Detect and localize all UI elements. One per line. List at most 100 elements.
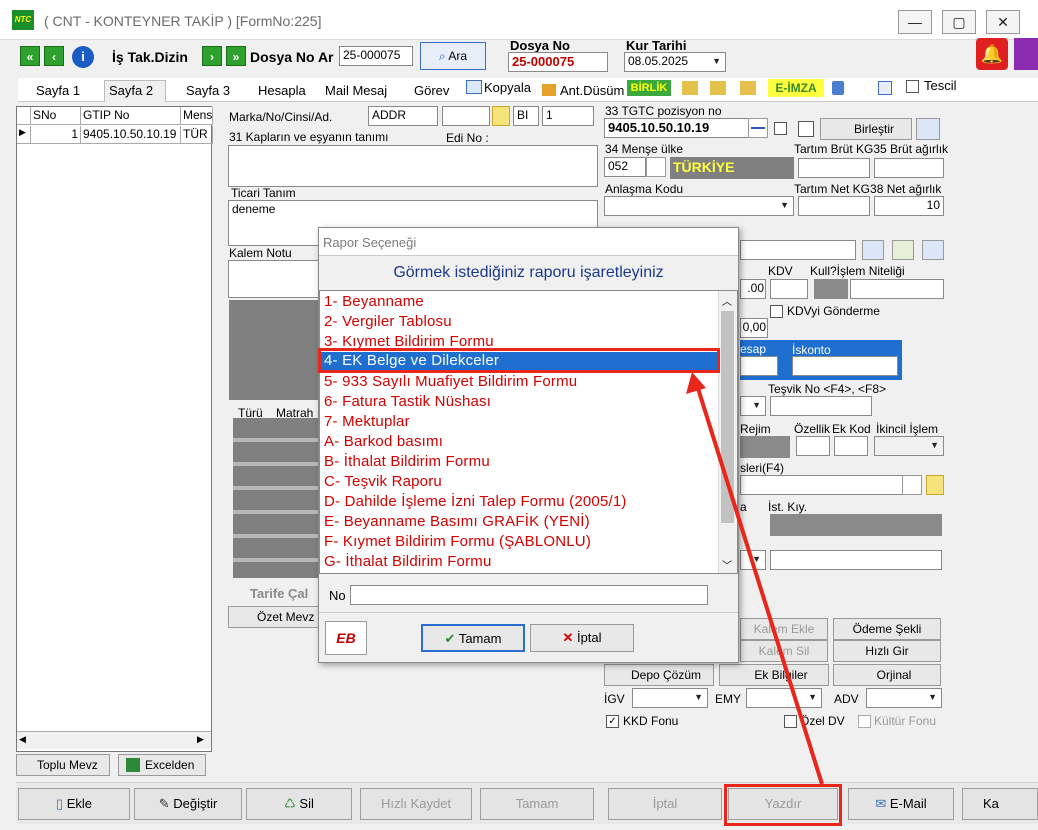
table-row[interactable]: 1: [31, 126, 81, 144]
tab-sayfa-3[interactable]: Sayfa 3: [186, 83, 230, 98]
tab-ant-dusum[interactable]: Ant.Düsüm: [560, 83, 624, 98]
sleri-edit-icon[interactable]: [926, 475, 944, 495]
iskonto-input[interactable]: [792, 356, 898, 376]
no-input[interactable]: [350, 585, 708, 605]
grid-header-sno[interactable]: SNo: [31, 107, 81, 125]
hizli-gir-button[interactable]: Hızlı Gir: [833, 640, 941, 662]
tab-kopyala[interactable]: Kopyala: [484, 80, 531, 95]
kur-tarihi-select[interactable]: 08.05.2025: [624, 52, 726, 72]
ikincil-select[interactable]: [874, 436, 944, 456]
sleri-lookup-button[interactable]: [902, 475, 922, 495]
e-imza-button[interactable]: E-İMZA: [768, 79, 824, 97]
orjinal-button[interactable]: Orjinal: [833, 664, 941, 686]
grid-header-mens[interactable]: Mens: [181, 107, 213, 125]
tab-gorev[interactable]: Görev: [414, 83, 449, 98]
details-icon[interactable]: [892, 240, 914, 260]
info-icon[interactable]: i: [72, 46, 94, 68]
search-button[interactable]: ⌕ Ara: [420, 42, 486, 70]
ozel-dv-checkbox[interactable]: [784, 715, 797, 728]
scroll-up-icon[interactable]: ︿: [722, 293, 732, 308]
tartim-net-input[interactable]: [798, 196, 870, 216]
dosya-no-search-input[interactable]: 25-000075: [339, 46, 413, 66]
kkd-fonu-checkbox[interactable]: ✓: [606, 715, 619, 728]
ozellik-input[interactable]: [796, 436, 830, 456]
help-icon[interactable]: [1014, 38, 1038, 70]
list-item[interactable]: 6- Fatura Tastik Nüshası: [324, 393, 491, 413]
kapat-button[interactable]: Ka: [962, 788, 1038, 820]
degistir-button[interactable]: ✎ Değiştir: [134, 788, 242, 820]
kultur-fonu-checkbox[interactable]: [858, 715, 871, 728]
minimize-button[interactable]: —: [898, 10, 932, 34]
maximize-button[interactable]: ▢: [942, 10, 976, 34]
misc-input[interactable]: [770, 550, 942, 570]
list-icon[interactable]: [862, 240, 884, 260]
scroll-left-icon[interactable]: ◀: [19, 734, 26, 745]
preview-icon[interactable]: [878, 81, 892, 95]
usb-icon[interactable]: [832, 81, 844, 95]
extra-field-input[interactable]: [740, 240, 856, 260]
mense-lookup-button[interactable]: [646, 157, 666, 177]
list-item[interactable]: E- Beyanname Basımı GRAFİK (YENİ): [324, 513, 590, 533]
calculator-icon[interactable]: [916, 118, 940, 140]
ozet-mevz-button[interactable]: Özet Mevz: [228, 606, 320, 628]
val-00a-field[interactable]: .00: [740, 279, 766, 299]
list-scrollbar-thumb[interactable]: [721, 311, 734, 523]
tesvik-select[interactable]: [740, 396, 766, 416]
kalem-ekle-button[interactable]: Kalem Ekle: [740, 618, 828, 640]
marka-input[interactable]: ADDR: [368, 106, 438, 126]
bi-num-input[interactable]: 1: [542, 106, 594, 126]
hizli-kaydet-button[interactable]: Hızlı Kaydet: [360, 788, 472, 820]
kalem-notu-textarea[interactable]: [228, 260, 320, 298]
hesap-input[interactable]: [740, 356, 778, 376]
kdv-input[interactable]: [770, 279, 808, 299]
grid-header-gtip[interactable]: GTIP No: [81, 107, 181, 125]
list-item[interactable]: F- Kıymet Bildirim Formu (ŞABLONLU): [324, 533, 591, 553]
folder-export-icon[interactable]: [740, 81, 756, 95]
list-item[interactable]: D- Dahilde İşleme İzni Talep Formu (2005…: [324, 493, 627, 513]
birlestir-button[interactable]: Birleştir: [820, 118, 912, 140]
gtip-flag-checkbox[interactable]: [774, 122, 787, 135]
list-item[interactable]: 2- Vergiler Tablosu: [324, 313, 452, 333]
anlasma-select[interactable]: [604, 196, 794, 216]
tab-sayfa-1[interactable]: Sayfa 1: [36, 83, 80, 98]
tescil-checkbox[interactable]: [906, 80, 919, 93]
email-button[interactable]: ✉ E-Mail: [848, 788, 954, 820]
table-row[interactable]: 9405.10.50.10.19: [81, 126, 181, 144]
kdv-gonderme-checkbox[interactable]: [770, 305, 783, 318]
list-item[interactable]: G- İthalat Bildirim Formu: [324, 553, 492, 571]
list-item[interactable]: A- Barkod basımı: [324, 433, 443, 453]
items-grid[interactable]: SNo GTIP No Mens ▶ 1 9405.10.50.10.19 TÜ…: [16, 106, 213, 752]
tab-mail-mesaj[interactable]: Mail Mesaj: [325, 83, 387, 98]
doc-icon[interactable]: [922, 240, 944, 260]
tab-sayfa-2[interactable]: Sayfa 2: [104, 80, 166, 102]
report-listbox[interactable]: 1- Beyanname 2- Vergiler Tablosu 3- Kıym…: [319, 290, 738, 574]
scroll-right-icon[interactable]: ▶: [197, 734, 204, 745]
table-row[interactable]: TÜR: [181, 126, 213, 144]
birlik-button[interactable]: BİRLİK: [627, 80, 671, 96]
scroll-down-icon[interactable]: ﹀: [722, 557, 732, 572]
first-record-button[interactable]: «: [20, 46, 40, 66]
eb-logo-icon[interactable]: EB: [325, 621, 367, 655]
notification-bell-icon[interactable]: 🔔: [976, 38, 1008, 70]
tax-table[interactable]: [233, 418, 319, 578]
islem-niteligi-input[interactable]: [850, 279, 944, 299]
ek-bilgiler-button[interactable]: Ek Bilgiler: [719, 664, 829, 686]
list-item[interactable]: 1- Beyanname: [324, 293, 424, 313]
ekle-button[interactable]: ▯ Ekle: [18, 788, 130, 820]
tesvik-input[interactable]: [770, 396, 872, 416]
tab-hesapla[interactable]: Hesapla: [258, 83, 306, 98]
tartim-brut-input[interactable]: [798, 158, 870, 178]
gtip-input[interactable]: 9405.10.50.10.19: [604, 118, 752, 138]
close-button[interactable]: ✕: [986, 10, 1020, 34]
folder-icon[interactable]: [682, 81, 698, 95]
ek-kod-input[interactable]: [834, 436, 868, 456]
val-00b-field[interactable]: 0,00: [740, 318, 768, 338]
dialog-cancel-button[interactable]: ✕ İptal: [530, 624, 634, 652]
odeme-sekli-button[interactable]: Ödeme Şekli: [833, 618, 941, 640]
list-item[interactable]: B- İthalat Bildirim Formu: [324, 453, 490, 473]
depo-cozum-button[interactable]: Depo Çözüm: [604, 664, 714, 686]
folder-up-icon[interactable]: [710, 81, 726, 95]
last-record-button[interactable]: »: [226, 46, 246, 66]
list-item[interactable]: 7- Mektuplar: [324, 413, 410, 433]
tamam-button[interactable]: Tamam: [480, 788, 594, 820]
